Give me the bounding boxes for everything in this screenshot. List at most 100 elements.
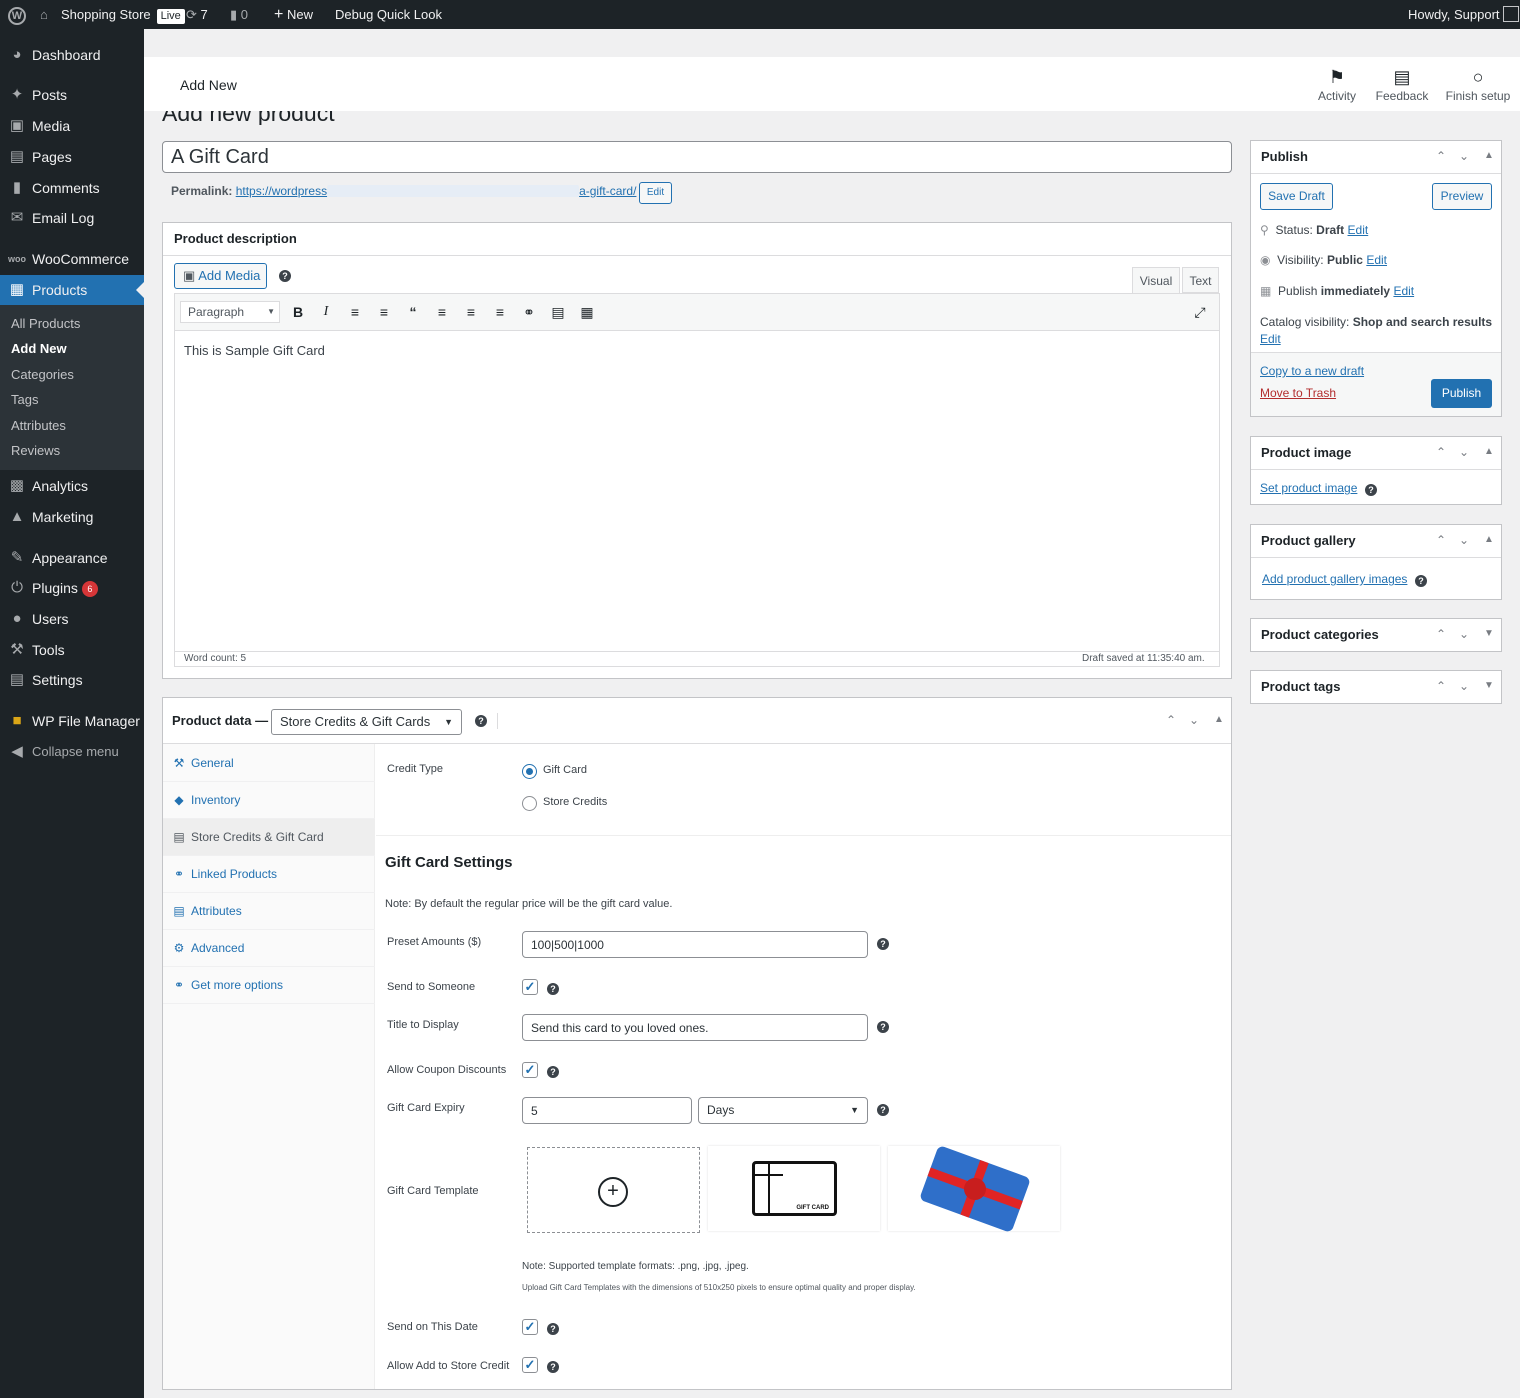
menu-appearance[interactable]: ✎ Appearance [0, 543, 144, 573]
italic-icon[interactable]: I [315, 304, 337, 320]
help-icon[interactable]: ? [279, 270, 291, 282]
updates-link[interactable]: ⟳ 7 [186, 0, 208, 29]
menu-comments[interactable]: ▮ Comments [0, 173, 144, 203]
toolbar-toggle-icon[interactable]: ▦ [576, 304, 598, 321]
template-gift-card-outline[interactable]: GIFT CARD [708, 1146, 880, 1231]
catalog-visibility-edit-link[interactable]: Edit [1260, 332, 1281, 346]
help-icon[interactable]: ? [547, 983, 559, 995]
submenu-categories[interactable]: Categories [11, 365, 74, 385]
help-icon[interactable]: ? [1365, 484, 1377, 496]
help-icon[interactable]: ? [877, 1021, 889, 1033]
preview-button[interactable]: Preview [1432, 183, 1492, 210]
move-down-icon[interactable]: ⌄ [1459, 149, 1469, 163]
feedback-button[interactable]: ▤ Feedback [1374, 65, 1430, 103]
add-media-button[interactable]: ▣ Add Media [174, 263, 267, 289]
move-down-icon[interactable]: ⌄ [1459, 679, 1469, 693]
menu-users[interactable]: ● Users [0, 604, 144, 634]
move-up-icon[interactable]: ⌃ [1436, 679, 1446, 693]
submenu-all-products[interactable]: All Products [11, 314, 80, 334]
bullet-list-icon[interactable]: ≡ [344, 304, 366, 320]
site-name-link[interactable]: Shopping Store Live [61, 0, 185, 29]
menu-settings[interactable]: ▤ Settings [0, 665, 144, 695]
send-to-someone-checkbox[interactable]: ✓ [522, 979, 538, 995]
format-select[interactable]: Paragraph ▼ [180, 301, 280, 323]
move-up-icon[interactable]: ⌃ [1436, 445, 1446, 459]
radio-gift-card[interactable] [522, 764, 537, 779]
wordpress-logo-icon[interactable]: W [8, 0, 26, 29]
help-icon[interactable]: ? [475, 715, 487, 727]
allow-coupon-checkbox[interactable]: ✓ [522, 1062, 538, 1078]
move-down-icon[interactable]: ⌄ [1459, 445, 1469, 459]
move-down-icon[interactable]: ⌄ [1459, 627, 1469, 641]
fullscreen-icon[interactable]: ⤢ [1189, 304, 1211, 321]
align-left-icon[interactable]: ≡ [431, 304, 453, 320]
menu-analytics[interactable]: ▩ Analytics [0, 471, 144, 501]
menu-pages[interactable]: ▤ Pages [0, 142, 144, 172]
menu-tools[interactable]: ⚒ Tools [0, 635, 144, 665]
align-center-icon[interactable]: ≡ [460, 304, 482, 320]
status-edit-link[interactable]: Edit [1348, 223, 1369, 237]
align-right-icon[interactable]: ≡ [489, 304, 511, 320]
tab-text[interactable]: Text [1182, 267, 1219, 293]
product-title-input[interactable] [162, 141, 1232, 173]
tab-advanced[interactable]: ⚙ Advanced [163, 930, 375, 967]
menu-email-log[interactable]: ✉ Email Log [0, 203, 144, 233]
menu-products[interactable]: ▦ Products [0, 275, 144, 305]
new-content-link[interactable]: + New [274, 0, 313, 29]
move-down-icon[interactable]: ⌄ [1459, 533, 1469, 547]
allow-store-credit-checkbox[interactable]: ✓ [522, 1357, 538, 1373]
submenu-tags[interactable]: Tags [11, 390, 38, 410]
link-icon[interactable]: ⚭ [518, 304, 540, 321]
move-up-icon[interactable]: ⌃ [1436, 533, 1446, 547]
help-icon[interactable]: ? [877, 1104, 889, 1116]
submenu-reviews[interactable]: Reviews [11, 441, 60, 461]
save-draft-button[interactable]: Save Draft [1260, 183, 1333, 210]
permalink-edit-button[interactable]: Edit [639, 182, 672, 204]
move-down-icon[interactable]: ⌄ [1189, 713, 1199, 727]
radio-store-credits[interactable] [522, 796, 537, 811]
help-icon[interactable]: ? [547, 1323, 559, 1335]
menu-marketing[interactable]: ▲ Marketing [0, 502, 144, 532]
tab-get-more-options[interactable]: ⚭ Get more options [163, 967, 375, 1004]
collapse-menu-button[interactable]: ◀ Collapse menu [0, 737, 144, 767]
preset-amounts-input[interactable] [522, 931, 868, 958]
toggle-panel-icon[interactable]: ▲ [1484, 150, 1494, 161]
move-up-icon[interactable]: ⌃ [1166, 713, 1176, 727]
publish-button[interactable]: Publish [1431, 379, 1492, 408]
move-to-trash-link[interactable]: Move to Trash [1260, 386, 1336, 400]
tab-general[interactable]: ⚒ General [163, 745, 375, 782]
send-on-date-checkbox[interactable]: ✓ [522, 1319, 538, 1335]
toggle-panel-icon[interactable]: ▲ [1214, 714, 1224, 725]
help-icon[interactable]: ? [547, 1066, 559, 1078]
add-gallery-images-link[interactable]: Add product gallery images [1262, 572, 1407, 586]
comments-link[interactable]: ▮ 0 [230, 0, 248, 29]
menu-woocommerce[interactable]: woo WooCommerce [0, 244, 144, 274]
visibility-edit-link[interactable]: Edit [1366, 253, 1387, 267]
activity-button[interactable]: ⚑ Activity [1314, 65, 1360, 103]
move-up-icon[interactable]: ⌃ [1436, 627, 1446, 641]
tab-linked-products[interactable]: ⚭ Linked Products [163, 856, 375, 893]
tab-attributes[interactable]: ▤ Attributes [163, 893, 375, 930]
tab-store-credits-gift-card[interactable]: ▤ Store Credits & Gift Card [163, 819, 375, 856]
title-to-display-input[interactable] [522, 1014, 868, 1041]
menu-dashboard[interactable]: ◕ Dashboard [0, 40, 144, 70]
menu-plugins[interactable]: ⏻ Plugins 6 [0, 573, 144, 603]
template-blue-card[interactable] [888, 1144, 1060, 1234]
expiry-value-input[interactable] [522, 1097, 692, 1124]
set-product-image-link[interactable]: Set product image [1260, 481, 1357, 495]
numbered-list-icon[interactable]: ≡ [373, 304, 395, 320]
debug-quick-look-link[interactable]: Debug Quick Look [335, 0, 442, 29]
tab-inventory[interactable]: ◆ Inventory [163, 782, 375, 819]
product-type-select[interactable]: Store Credits & Gift Cards ▼ [271, 709, 462, 735]
permalink-slug[interactable]: a-gift-card/ [579, 184, 636, 198]
publish-date-edit-link[interactable]: Edit [1393, 284, 1414, 298]
toggle-panel-icon[interactable]: ▲ [1484, 534, 1494, 545]
help-icon[interactable]: ? [547, 1361, 559, 1373]
move-up-icon[interactable]: ⌃ [1436, 149, 1446, 163]
editor-content[interactable]: This is Sample Gift Card [184, 343, 325, 358]
menu-posts[interactable]: ✦ Posts [0, 80, 144, 110]
account-menu[interactable]: Howdy, Support [1408, 0, 1520, 29]
copy-to-draft-link[interactable]: Copy to a new draft [1260, 364, 1364, 378]
bold-icon[interactable]: B [287, 304, 309, 320]
toggle-panel-icon[interactable]: ▼ [1484, 680, 1494, 691]
